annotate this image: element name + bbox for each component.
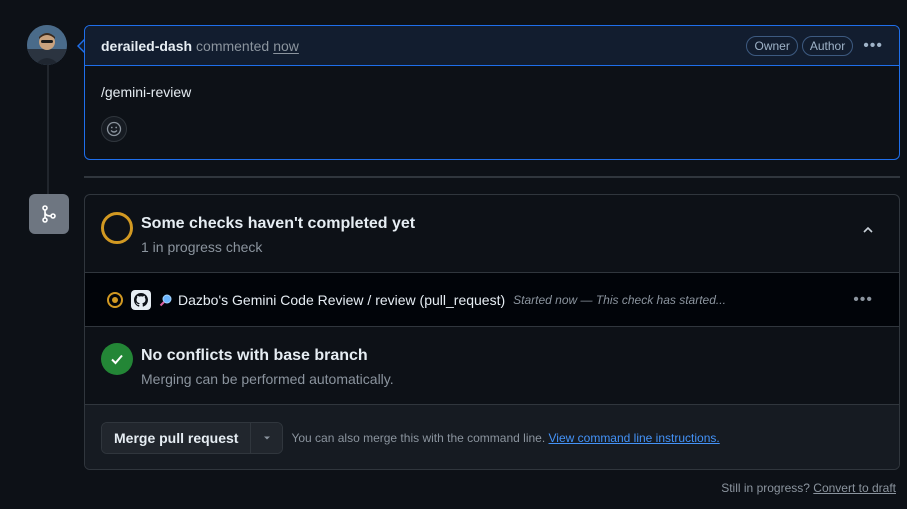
owner-badge: Owner [746,35,798,56]
avatar-image [27,25,67,65]
smiley-icon [106,121,122,137]
comment-options-icon[interactable]: ••• [863,37,883,55]
comment-header: derailed-dash commented now Owner Author… [85,26,899,66]
command-line-instructions-link[interactable]: View command line instructions. [549,431,720,445]
magnifier-icon [159,294,172,306]
git-merge-icon [42,205,56,223]
merge-pull-request-button[interactable]: Merge pull request [102,423,252,453]
merge-footer: Merge pull request You can also merge th… [85,405,899,469]
checks-subtitle: 1 in progress check [141,239,263,255]
avatar[interactable] [27,25,67,65]
conflicts-title: No conflicts with base branch [141,347,368,364]
merge-hint-text: You can also merge this with the command… [291,431,546,445]
in-progress-icon [107,291,123,308]
comment-text: /gemini-review [101,84,192,100]
conflicts-section: No conflicts with base branch Merging ca… [85,327,899,405]
github-logo-icon [131,289,151,310]
merge-status-icon-box [29,194,69,234]
draft-prompt: Still in progress? Convert to draft [721,481,896,495]
comment-body: /gemini-review [85,66,899,142]
timeline-line [47,60,49,200]
pending-ring-icon [101,212,133,244]
check-circle-icon [101,343,133,375]
checks-summary: Some checks haven't completed yet 1 in p… [85,195,899,273]
conflicts-subtitle: Merging can be performed automatically. [141,371,394,387]
comment-timestamp[interactable]: now [273,38,299,54]
triangle-down-icon [263,436,270,440]
check-item[interactable]: Dazbo's Gemini Code Review / review (pul… [85,273,899,327]
add-reaction-button[interactable] [101,116,127,142]
check-options-icon[interactable]: ••• [853,291,873,309]
checks-title: Some checks haven't completed yet [141,215,416,232]
chevron-up-icon[interactable] [861,223,875,240]
timeline-divider [84,176,900,178]
merge-button-group: Merge pull request [101,422,284,454]
merge-options-dropdown[interactable] [251,423,283,453]
check-status: Started now — This check has started... [513,292,726,307]
comment-author[interactable]: derailed-dash [101,38,192,54]
author-badge: Author [801,35,854,56]
check-name[interactable]: Dazbo's Gemini Code Review / review (pul… [178,292,505,308]
convert-to-draft-link[interactable]: Convert to draft [813,481,896,495]
merge-hint: You can also merge this with the command… [291,431,719,445]
comment-action: commented [196,37,270,54]
draft-question: Still in progress? [721,481,810,495]
comment-box: derailed-dash commented now Owner Author… [84,25,900,160]
merge-box: Some checks haven't completed yet 1 in p… [84,194,900,470]
